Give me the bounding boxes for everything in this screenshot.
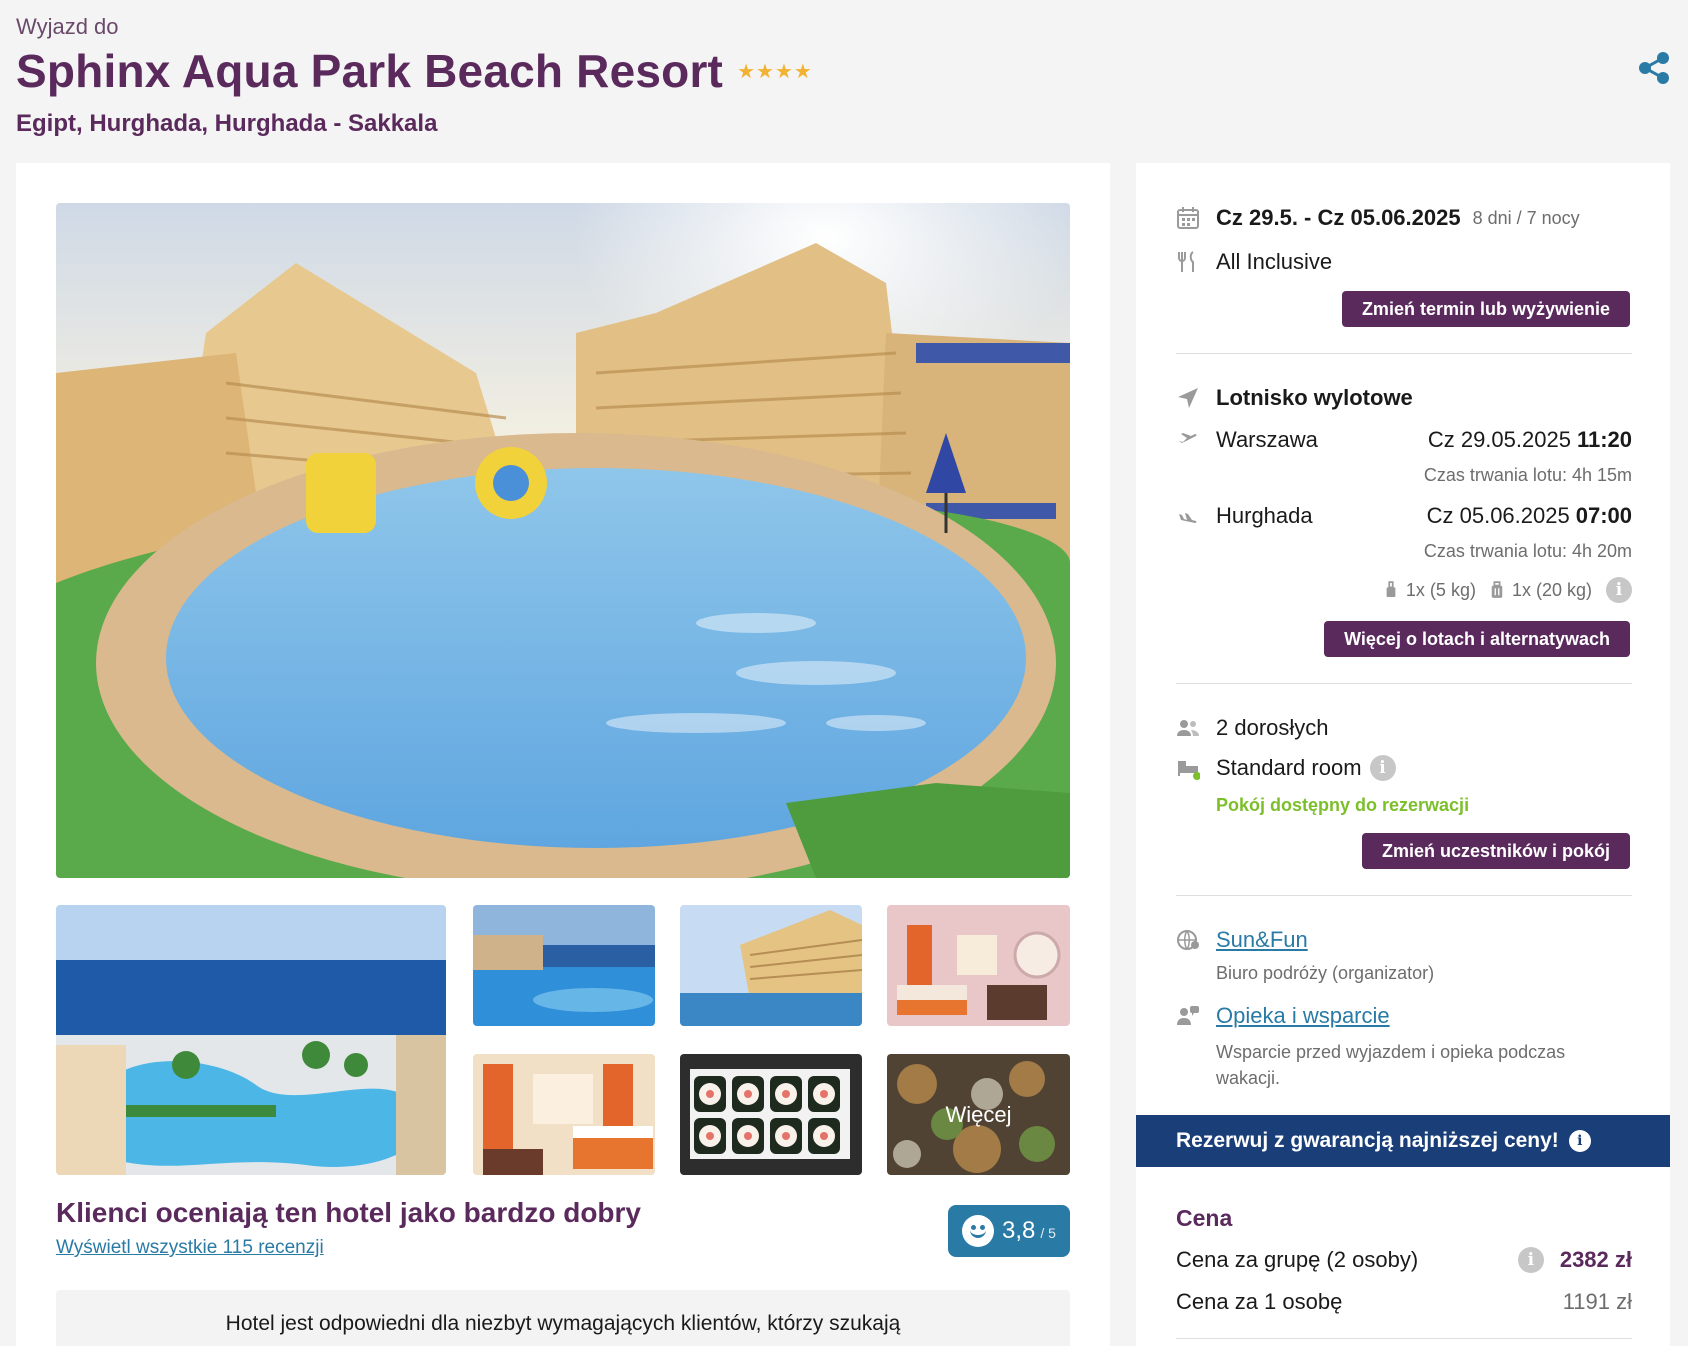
rating-scale: / 5	[1040, 1225, 1056, 1241]
baggage-info-icon[interactable]: i	[1606, 577, 1632, 603]
price-guarantee-banner[interactable]: Rezerwuj z gwarancją najniższej ceny! i	[1136, 1115, 1670, 1167]
navigation-arrow-icon	[1176, 386, 1200, 410]
room-info-icon[interactable]: i	[1369, 755, 1396, 781]
person-price-value: 1191 zł	[1562, 1289, 1632, 1314]
organizer-row: Sun&Fun	[1176, 927, 1632, 953]
baggage-row: 1x (5 kg) 1x (20 kg) i	[1176, 577, 1632, 603]
thumbnail-infinity-pool[interactable]	[473, 905, 655, 1026]
divider	[1176, 895, 1632, 896]
trip-duration: 8 dni / 7 nocy	[1472, 207, 1580, 228]
plane-landing-icon	[1176, 504, 1200, 528]
calendar-icon	[1176, 206, 1200, 230]
organizer-description: Biuro podróży (organizator)	[1216, 963, 1435, 983]
hotel-description: Hotel jest odpowiedni dla niezbyt wymaga…	[56, 1290, 1070, 1346]
plane-takeoff-icon	[1176, 428, 1200, 452]
thumbnail-hotel-room-1[interactable]	[887, 905, 1070, 1026]
rating-headline: Klienci oceniają ten hotel jako bardzo d…	[56, 1197, 642, 1228]
share-icon[interactable]	[1636, 50, 1672, 86]
main-photo[interactable]	[56, 203, 1070, 878]
room-type: Standard room	[1216, 755, 1362, 780]
thumbnail-sushi[interactable]	[680, 1054, 862, 1175]
outbound-duration-text: Czas trwania lotu: 4h 15m	[1423, 465, 1632, 485]
rating-score: 3,8	[1002, 1217, 1036, 1244]
page-header: Wyjazd do Sphinx Aqua Park Beach Resort …	[16, 14, 1672, 144]
board-row: All Inclusive	[1176, 249, 1632, 275]
divider	[1176, 683, 1632, 684]
rating-badge[interactable]: 3,8 / 5	[948, 1205, 1070, 1257]
dates-row: Cz 29.5. - Cz 05.06.2025 8 dni / 7 nocy	[1176, 205, 1632, 231]
smile-icon	[962, 1215, 994, 1247]
group-price-row: Cena za grupę (2 osoby) i 2382 zł	[1176, 1247, 1632, 1273]
travellers-row: 2 dorosłych	[1176, 715, 1632, 741]
return-time: 07:00	[1575, 503, 1632, 528]
support-description: Wsparcie przed wyjazdem i opieka podczas…	[1216, 1042, 1566, 1088]
guarantee-label: Rezerwuj z gwarancją najniższej ceny!	[1176, 1129, 1559, 1152]
return-duration-text: Czas trwania lotu: 4h 20m	[1423, 541, 1632, 561]
all-reviews-link[interactable]: Wyświetl wszystkie 115 recenzji	[56, 1237, 324, 1259]
flights-more-button[interactable]: Więcej o lotach i alternatywach	[1324, 621, 1630, 657]
price-heading: Cena	[1176, 1205, 1233, 1231]
cutlery-icon	[1176, 250, 1200, 274]
outbound-duration: Czas trwania lotu: 4h 15m	[1176, 465, 1632, 486]
hotel-location: Egipt, Hurghada, Hurghada - Sakkala	[16, 110, 438, 137]
hotel-title: Sphinx Aqua Park Beach Resort	[16, 45, 724, 97]
outbound-date: Cz 29.05.2025	[1427, 427, 1571, 452]
room-row: Standard room i	[1176, 755, 1632, 781]
outbound-flight-row: Warszawa Cz 29.05.2025 11:20	[1176, 427, 1632, 453]
person-price-label: Cena za 1 osobę	[1176, 1289, 1343, 1314]
hold-luggage-icon	[1490, 581, 1504, 599]
support-row: Opieka i wsparcie	[1176, 1003, 1632, 1029]
outbound-city: Warszawa	[1216, 427, 1318, 452]
hand-luggage-text: 1x (5 kg)	[1405, 579, 1476, 600]
divider	[1176, 1338, 1632, 1339]
return-flight-row: Hurghada Cz 05.06.2025 07:00	[1176, 503, 1632, 529]
pre-title: Wyjazd do	[16, 14, 119, 39]
organizer-link[interactable]: Sun&Fun	[1216, 927, 1308, 953]
support-agent-icon	[1176, 1004, 1200, 1028]
globe-icon	[1176, 928, 1200, 952]
thumbnail-buffet-more[interactable]: Więcej	[887, 1054, 1070, 1175]
return-city: Hurghada	[1216, 503, 1313, 528]
change-participants-button[interactable]: Zmień uczestników i pokój	[1361, 833, 1630, 869]
title-row: Sphinx Aqua Park Beach Resort ★★★★	[16, 44, 1672, 98]
thumbnail-hotel-room-2[interactable]	[473, 1054, 655, 1175]
hand-luggage-icon	[1384, 581, 1398, 599]
board-type: All Inclusive	[1216, 249, 1333, 274]
return-date: Cz 05.06.2025	[1426, 503, 1570, 528]
group-price-value: 2382 zł	[1559, 1247, 1632, 1272]
trip-dates: Cz 29.5. - Cz 05.06.2025	[1216, 205, 1461, 230]
change-term-button[interactable]: Zmień termin lub wyżywienie	[1341, 291, 1630, 327]
group-price-label: Cena za grupę (2 osoby)	[1176, 1247, 1419, 1272]
bed-icon	[1176, 756, 1200, 780]
divider	[1176, 353, 1632, 354]
return-duration: Czas trwania lotu: 4h 20m	[1176, 541, 1632, 562]
guarantee-info-icon[interactable]: i	[1568, 1130, 1591, 1152]
airport-row: Lotnisko wylotowe	[1176, 385, 1632, 411]
airport-label: Lotnisko wylotowe	[1216, 385, 1413, 410]
booking-summary-panel: Cz 29.5. - Cz 05.06.2025 8 dni / 7 nocy …	[1136, 163, 1670, 1346]
hold-luggage-text: 1x (20 kg)	[1511, 579, 1592, 600]
thumbnail-hotel-building[interactable]	[680, 905, 862, 1026]
hotel-stars: ★★★★	[737, 60, 813, 83]
description-text: Hotel jest odpowiedni dla niezbyt wymaga…	[225, 1312, 901, 1335]
more-photos-label[interactable]: Więcej	[887, 1054, 1070, 1175]
hotel-gallery-panel: Więcej Klienci oceniają ten hotel jako b…	[16, 163, 1110, 1346]
thumbnail-aerial-pool[interactable]	[56, 905, 446, 1175]
outbound-time: 11:20	[1576, 427, 1632, 452]
travellers-count: 2 dorosłych	[1216, 715, 1329, 740]
person-price-row: Cena za 1 osobę 1191 zł	[1176, 1289, 1632, 1315]
price-info-icon[interactable]: i	[1517, 1247, 1544, 1273]
room-availability: Pokój dostępny do rezerwacji	[1216, 795, 1470, 815]
people-icon	[1176, 716, 1200, 740]
support-link[interactable]: Opieka i wsparcie	[1216, 1003, 1390, 1029]
